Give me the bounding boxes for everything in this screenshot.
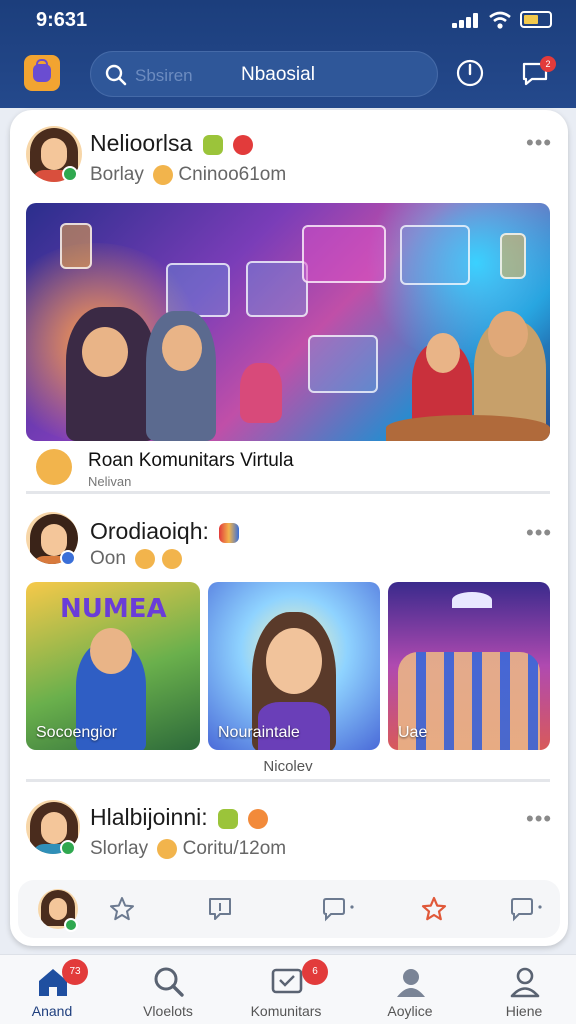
post-1: Nelioorlsa Borlay Cninoo61om ••• Roan Ko… — [10, 110, 568, 510]
verified-badge-icon — [62, 166, 78, 182]
more-options-button[interactable]: ••• — [526, 806, 552, 832]
reply-icon[interactable] — [320, 895, 356, 923]
user-icon — [510, 967, 540, 998]
post-meta: Slorlay Coritu/12om — [90, 838, 287, 859]
search-icon — [154, 967, 184, 997]
nav-badge: 6 — [302, 959, 328, 985]
verified-badge-icon — [60, 550, 76, 566]
star-icon[interactable] — [108, 895, 136, 923]
post-author: Nelioorlsa — [90, 130, 254, 157]
emoji-icon — [157, 838, 178, 859]
thumbnail-label: Uae — [398, 724, 428, 741]
thumbnail-2[interactable]: Nouraintale — [208, 582, 380, 750]
nav-home[interactable]: 73 Anand — [4, 955, 100, 1024]
verified-badge-icon — [60, 840, 76, 856]
emoji-icon — [135, 548, 156, 569]
feed-card: Nelioorlsa Borlay Cninoo61om ••• Roan Ko… — [10, 110, 568, 946]
thumbnail-banner: NUMEA — [60, 594, 167, 624]
search-bar[interactable]: Sbsiren Nbaosial — [90, 51, 438, 97]
nav-label: Anand — [31, 1003, 73, 1019]
community-hero-image[interactable] — [26, 203, 550, 441]
more-options-button[interactable]: ••• — [526, 520, 552, 546]
power-icon[interactable] — [455, 58, 485, 88]
comment-icon[interactable] — [206, 895, 234, 923]
nav-label: Hiene — [505, 1003, 543, 1019]
post-meta: Borlay Cninoo61om — [90, 164, 287, 185]
emoji-icon — [248, 808, 269, 829]
nav-label: Aoylice — [387, 1003, 433, 1019]
app-header: 9:631 Sbsiren Nbaosial 2 — [0, 0, 576, 108]
post-3: Hlalbijoinni: Slorlay Coritu/12om ••• — [10, 796, 568, 876]
cube-emoji-icon — [219, 522, 240, 543]
hero-caption-sub: Nelivan — [88, 474, 132, 489]
wifi-icon — [489, 11, 511, 29]
nav-label: Vloelots — [143, 1003, 193, 1019]
search-icon — [105, 64, 127, 86]
nav-community[interactable]: 6 Komunitars — [238, 955, 334, 1024]
emoji-icon — [153, 164, 174, 185]
hero-caption[interactable]: Roan Komunitars Virtula Nelivan — [26, 446, 550, 494]
thumbnail-label: Nouraintale — [218, 724, 300, 741]
nav-videos[interactable]: Vloelots — [120, 955, 216, 1024]
emoji-icon — [162, 548, 183, 569]
post-author: Hlalbijoinni: — [90, 804, 269, 831]
battery-icon — [520, 11, 552, 28]
thumbnails-caption: Nicolev — [26, 756, 550, 782]
app-logo-icon[interactable] — [24, 55, 60, 91]
nav-label: Komunitars — [250, 1003, 322, 1019]
community-icon — [271, 968, 303, 994]
emoji-icon — [218, 808, 239, 829]
nav-apps[interactable]: Aoylice — [362, 955, 458, 1024]
share-icon[interactable] — [508, 895, 544, 923]
emoji-icon — [202, 134, 223, 155]
search-placeholder: Sbsiren — [135, 66, 193, 85]
verified-badge-icon — [64, 918, 78, 932]
emoji-icon — [233, 134, 254, 155]
notification-badge: 2 — [540, 56, 556, 72]
nav-profile[interactable]: Hiene — [476, 955, 572, 1024]
status-time: 9:631 — [36, 9, 88, 31]
status-bar: 9:631 — [0, 0, 576, 42]
bottom-navigation: 73 Anand Vloelots 6 Komunitars Aoylice H… — [0, 954, 576, 1024]
hero-caption-title: Roan Komunitars Virtula — [88, 450, 294, 471]
favorite-star-icon[interactable] — [420, 895, 448, 923]
thumbnail-3[interactable]: Uae — [388, 582, 550, 750]
nav-badge: 73 — [62, 959, 88, 985]
profile-icon — [397, 969, 425, 997]
search-input[interactable]: Nbaosial — [241, 64, 315, 86]
more-options-button[interactable]: ••• — [526, 130, 552, 156]
thumbnail-label: Socoengior — [36, 724, 117, 741]
community-avatar — [36, 449, 72, 485]
post-author: Orodiaoiqh: — [90, 518, 240, 545]
thumbnail-1[interactable]: NUMEA Socoengior — [26, 582, 200, 750]
signal-icon — [452, 12, 484, 28]
post-action-bar — [18, 880, 560, 938]
post-meta: Oon — [90, 548, 183, 570]
